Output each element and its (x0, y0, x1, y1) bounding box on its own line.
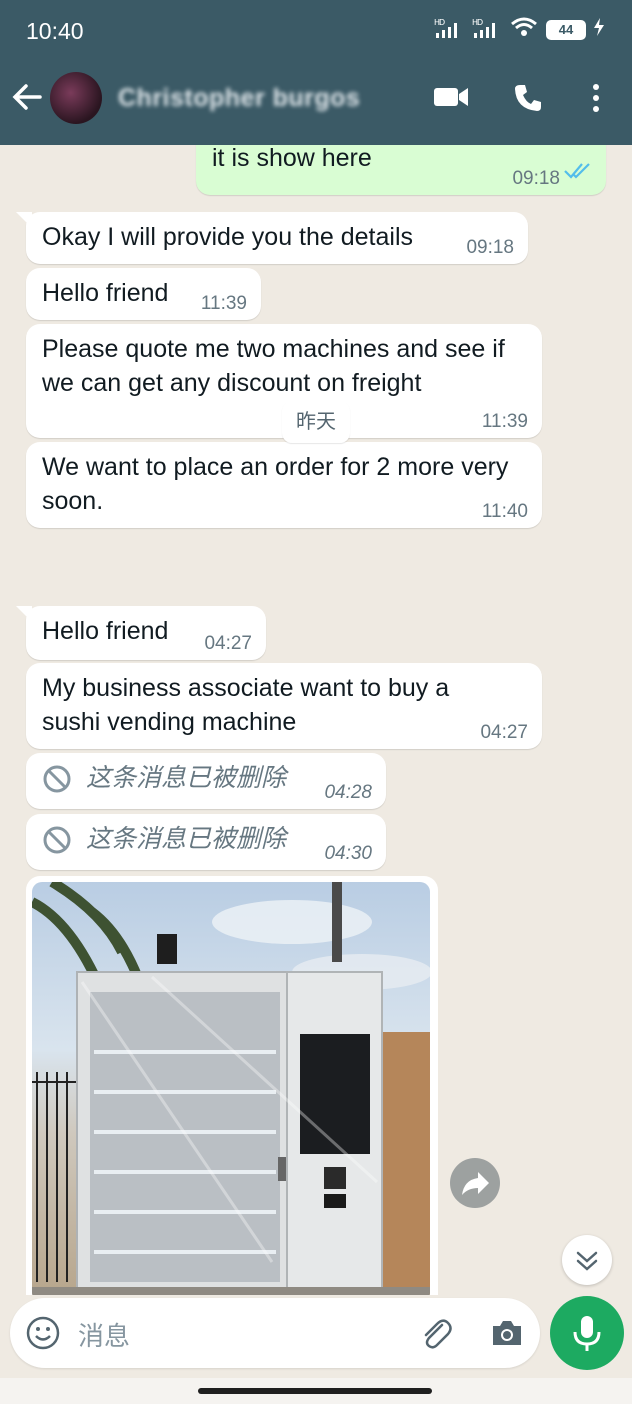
phone-icon[interactable] (512, 82, 544, 119)
mic-button[interactable] (550, 1296, 624, 1370)
more-vert-icon[interactable] (586, 82, 606, 119)
status-icons: HD HD 44 (434, 16, 604, 43)
status-time: 10:40 (26, 18, 84, 44)
chat-area[interactable]: it is show here 09:18 Okay I will provid… (0, 145, 632, 1295)
message-outgoing[interactable]: it is show here 09:18 (196, 145, 606, 195)
read-tick-icon (564, 155, 592, 189)
forward-icon[interactable] (450, 1158, 500, 1208)
date-divider: 昨天 (282, 401, 350, 443)
message-incoming[interactable]: Okay I will provide you the details 09:1… (16, 212, 528, 264)
message-input-bar[interactable]: 消息 (10, 1298, 540, 1368)
status-bar: 10:40 HD HD 44 (0, 0, 632, 64)
image-message[interactable] (26, 876, 438, 1295)
scroll-to-bottom-button[interactable] (562, 1235, 612, 1285)
avatar[interactable] (50, 72, 102, 124)
message-incoming[interactable]: Hello friend 11:39 (26, 268, 261, 320)
blocked-icon (42, 764, 72, 803)
vending-machine-photo[interactable] (32, 882, 430, 1295)
message-input[interactable]: 消息 (78, 1316, 130, 1353)
message-incoming[interactable]: We want to place an order for 2 more ver… (26, 442, 542, 528)
message-deleted[interactable]: 这条消息已被删除 04:30 (26, 814, 386, 870)
top-bar: 10:40 HD HD 44 Christopher burgos (0, 0, 632, 145)
message-deleted[interactable]: 这条消息已被删除 04:28 (26, 753, 386, 809)
back-arrow-icon[interactable] (10, 80, 44, 114)
camera-icon[interactable] (490, 1318, 524, 1353)
nav-gesture-handle[interactable] (198, 1388, 432, 1394)
signal-icon: HD (434, 17, 464, 42)
wifi-icon (510, 16, 538, 43)
signal-icon: HD (472, 17, 502, 42)
battery-icon: 44 (546, 19, 586, 40)
video-call-icon[interactable] (432, 82, 470, 117)
emoji-icon[interactable] (26, 1316, 60, 1355)
svg-text:HD: HD (434, 18, 445, 27)
blocked-icon (42, 825, 72, 864)
chat-header: Christopher burgos (0, 64, 632, 145)
message-incoming[interactable]: My business associate want to buy a sush… (26, 663, 542, 749)
attach-icon[interactable] (418, 1316, 454, 1357)
charging-icon (594, 18, 604, 41)
message-incoming[interactable]: Hello friend 04:27 (16, 606, 266, 660)
svg-text:HD: HD (472, 18, 483, 27)
contact-name[interactable]: Christopher burgos (118, 84, 360, 113)
